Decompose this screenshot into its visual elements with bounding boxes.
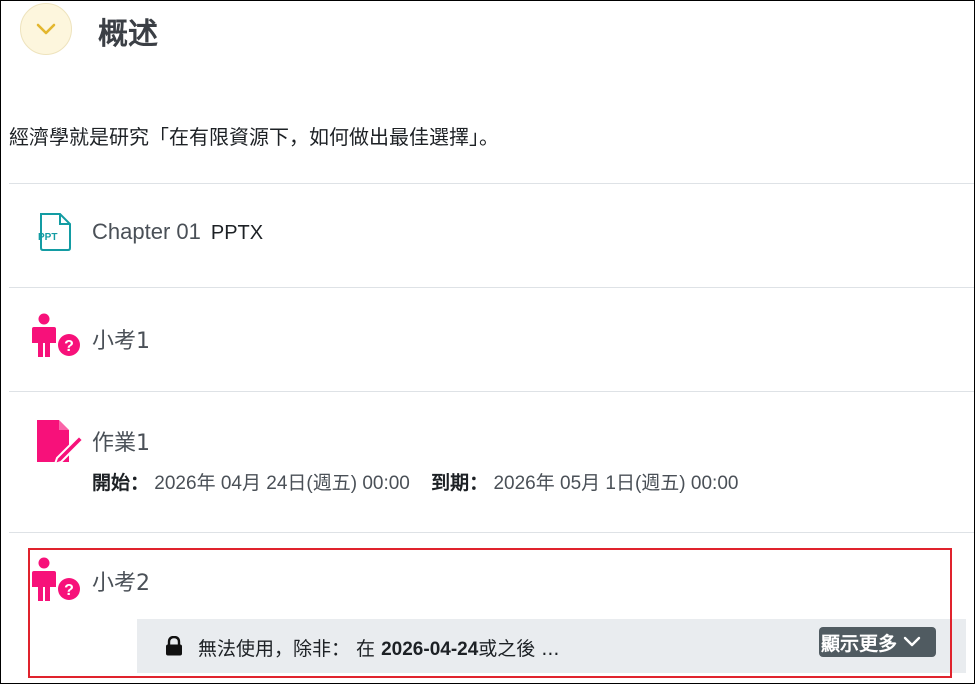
course-section: 概述 經濟學就是研究「在有限資源下，如何做出最佳選擇」。 PPT Chapter… xyxy=(0,0,975,684)
activity-link-chapter01[interactable]: Chapter 01 PPTX xyxy=(92,219,263,245)
due-date-value: 2026年 05月 1日(週五) 00:00 xyxy=(493,473,739,494)
quiz-icon: ? xyxy=(32,313,80,357)
section-collapse-button[interactable] xyxy=(20,3,72,55)
chevron-down-icon xyxy=(36,23,56,35)
file-extension: PPTX xyxy=(210,222,264,244)
open-date-value: 2026年 04月 24日(週五) 00:00 xyxy=(154,473,410,494)
activity-dates: 開始： 2026年 04月 24日(週五) 00:00 到期： 2026年 05… xyxy=(92,468,738,495)
activity-name: 小考1 xyxy=(92,329,150,354)
section-title: 概述 xyxy=(98,17,158,52)
divider xyxy=(9,532,974,533)
divider xyxy=(9,183,974,184)
open-date-label: 開始： xyxy=(92,473,150,494)
ppt-file-icon: PPT xyxy=(38,213,71,251)
svg-text:?: ? xyxy=(64,338,74,355)
divider xyxy=(9,391,974,392)
activity-link-quiz1[interactable]: 小考1 xyxy=(92,323,150,355)
svg-text:PPT: PPT xyxy=(38,232,57,243)
section-summary: 經濟學就是研究「在有限資源下，如何做出最佳選擇」。 xyxy=(9,125,499,149)
activity-name: Chapter 01 xyxy=(92,219,201,244)
due-date-label: 到期： xyxy=(431,473,489,494)
assignment-icon xyxy=(37,420,85,464)
activity-link-assignment1[interactable]: 作業1 xyxy=(92,425,150,457)
highlight-box xyxy=(28,548,952,678)
activity-name: 作業1 xyxy=(92,431,150,456)
divider xyxy=(9,287,974,288)
